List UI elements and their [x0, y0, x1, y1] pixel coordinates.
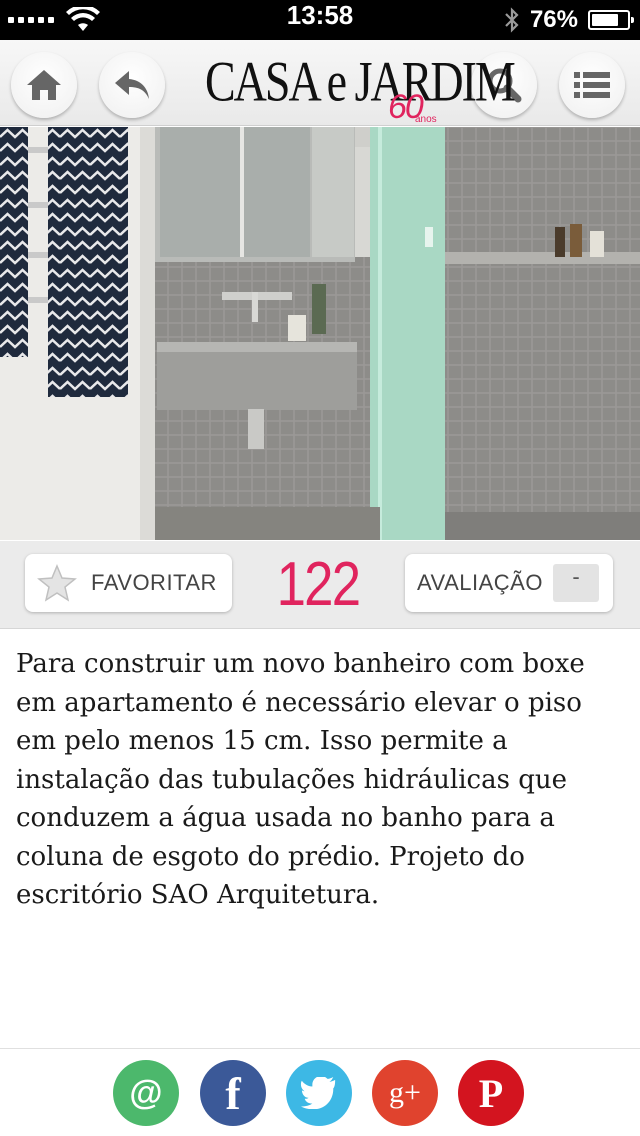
- home-button[interactable]: [11, 52, 77, 118]
- email-icon: @: [129, 1073, 163, 1112]
- share-google-plus-button[interactable]: g+: [372, 1060, 438, 1126]
- back-button[interactable]: [99, 52, 165, 118]
- facebook-icon: f: [225, 1067, 241, 1119]
- rating-label: AVALIAÇÃO: [417, 570, 543, 595]
- battery-percent: 76%: [529, 6, 578, 33]
- star-icon: [37, 564, 77, 602]
- battery-level-fill: [592, 14, 618, 26]
- favorite-button[interactable]: FAVORITAR: [25, 554, 232, 612]
- share-facebook-button[interactable]: f: [200, 1060, 266, 1126]
- pinterest-icon: P: [478, 1070, 504, 1116]
- google-plus-icon: g+: [389, 1076, 421, 1109]
- action-bar: FAVORITAR 122 AVALIAÇÃO -: [0, 541, 640, 629]
- share-email-button[interactable]: @: [113, 1060, 179, 1126]
- article-body: Para construir um novo banheiro com boxe…: [16, 649, 585, 910]
- bluetooth-icon: [505, 7, 519, 33]
- menu-button[interactable]: [559, 52, 625, 118]
- menu-icon: [574, 72, 610, 98]
- back-icon: [115, 71, 149, 99]
- favorites-count: 122: [276, 550, 362, 619]
- home-icon: [27, 70, 61, 100]
- brand-anos-label: anos: [415, 114, 437, 125]
- twitter-icon: [300, 1077, 336, 1109]
- app-screen: 13:58 76% CASA e JARDIM 60 anos FAVORITA…: [0, 0, 640, 1136]
- rating-button[interactable]: AVALIAÇÃO -: [405, 554, 613, 612]
- brand-logo: CASA e JARDIM 60 anos: [205, 48, 516, 126]
- rating-value[interactable]: -: [553, 564, 599, 602]
- battery-icon: [588, 10, 634, 30]
- share-twitter-button[interactable]: [286, 1060, 352, 1126]
- status-bar: 13:58 76%: [0, 0, 640, 40]
- share-pinterest-button[interactable]: P: [458, 1060, 524, 1126]
- share-bar: @ f g+ P: [0, 1048, 640, 1136]
- article-photo: [0, 127, 640, 540]
- brand-title: CASA e JARDIM: [205, 49, 516, 113]
- favorite-label: FAVORITAR: [91, 570, 217, 595]
